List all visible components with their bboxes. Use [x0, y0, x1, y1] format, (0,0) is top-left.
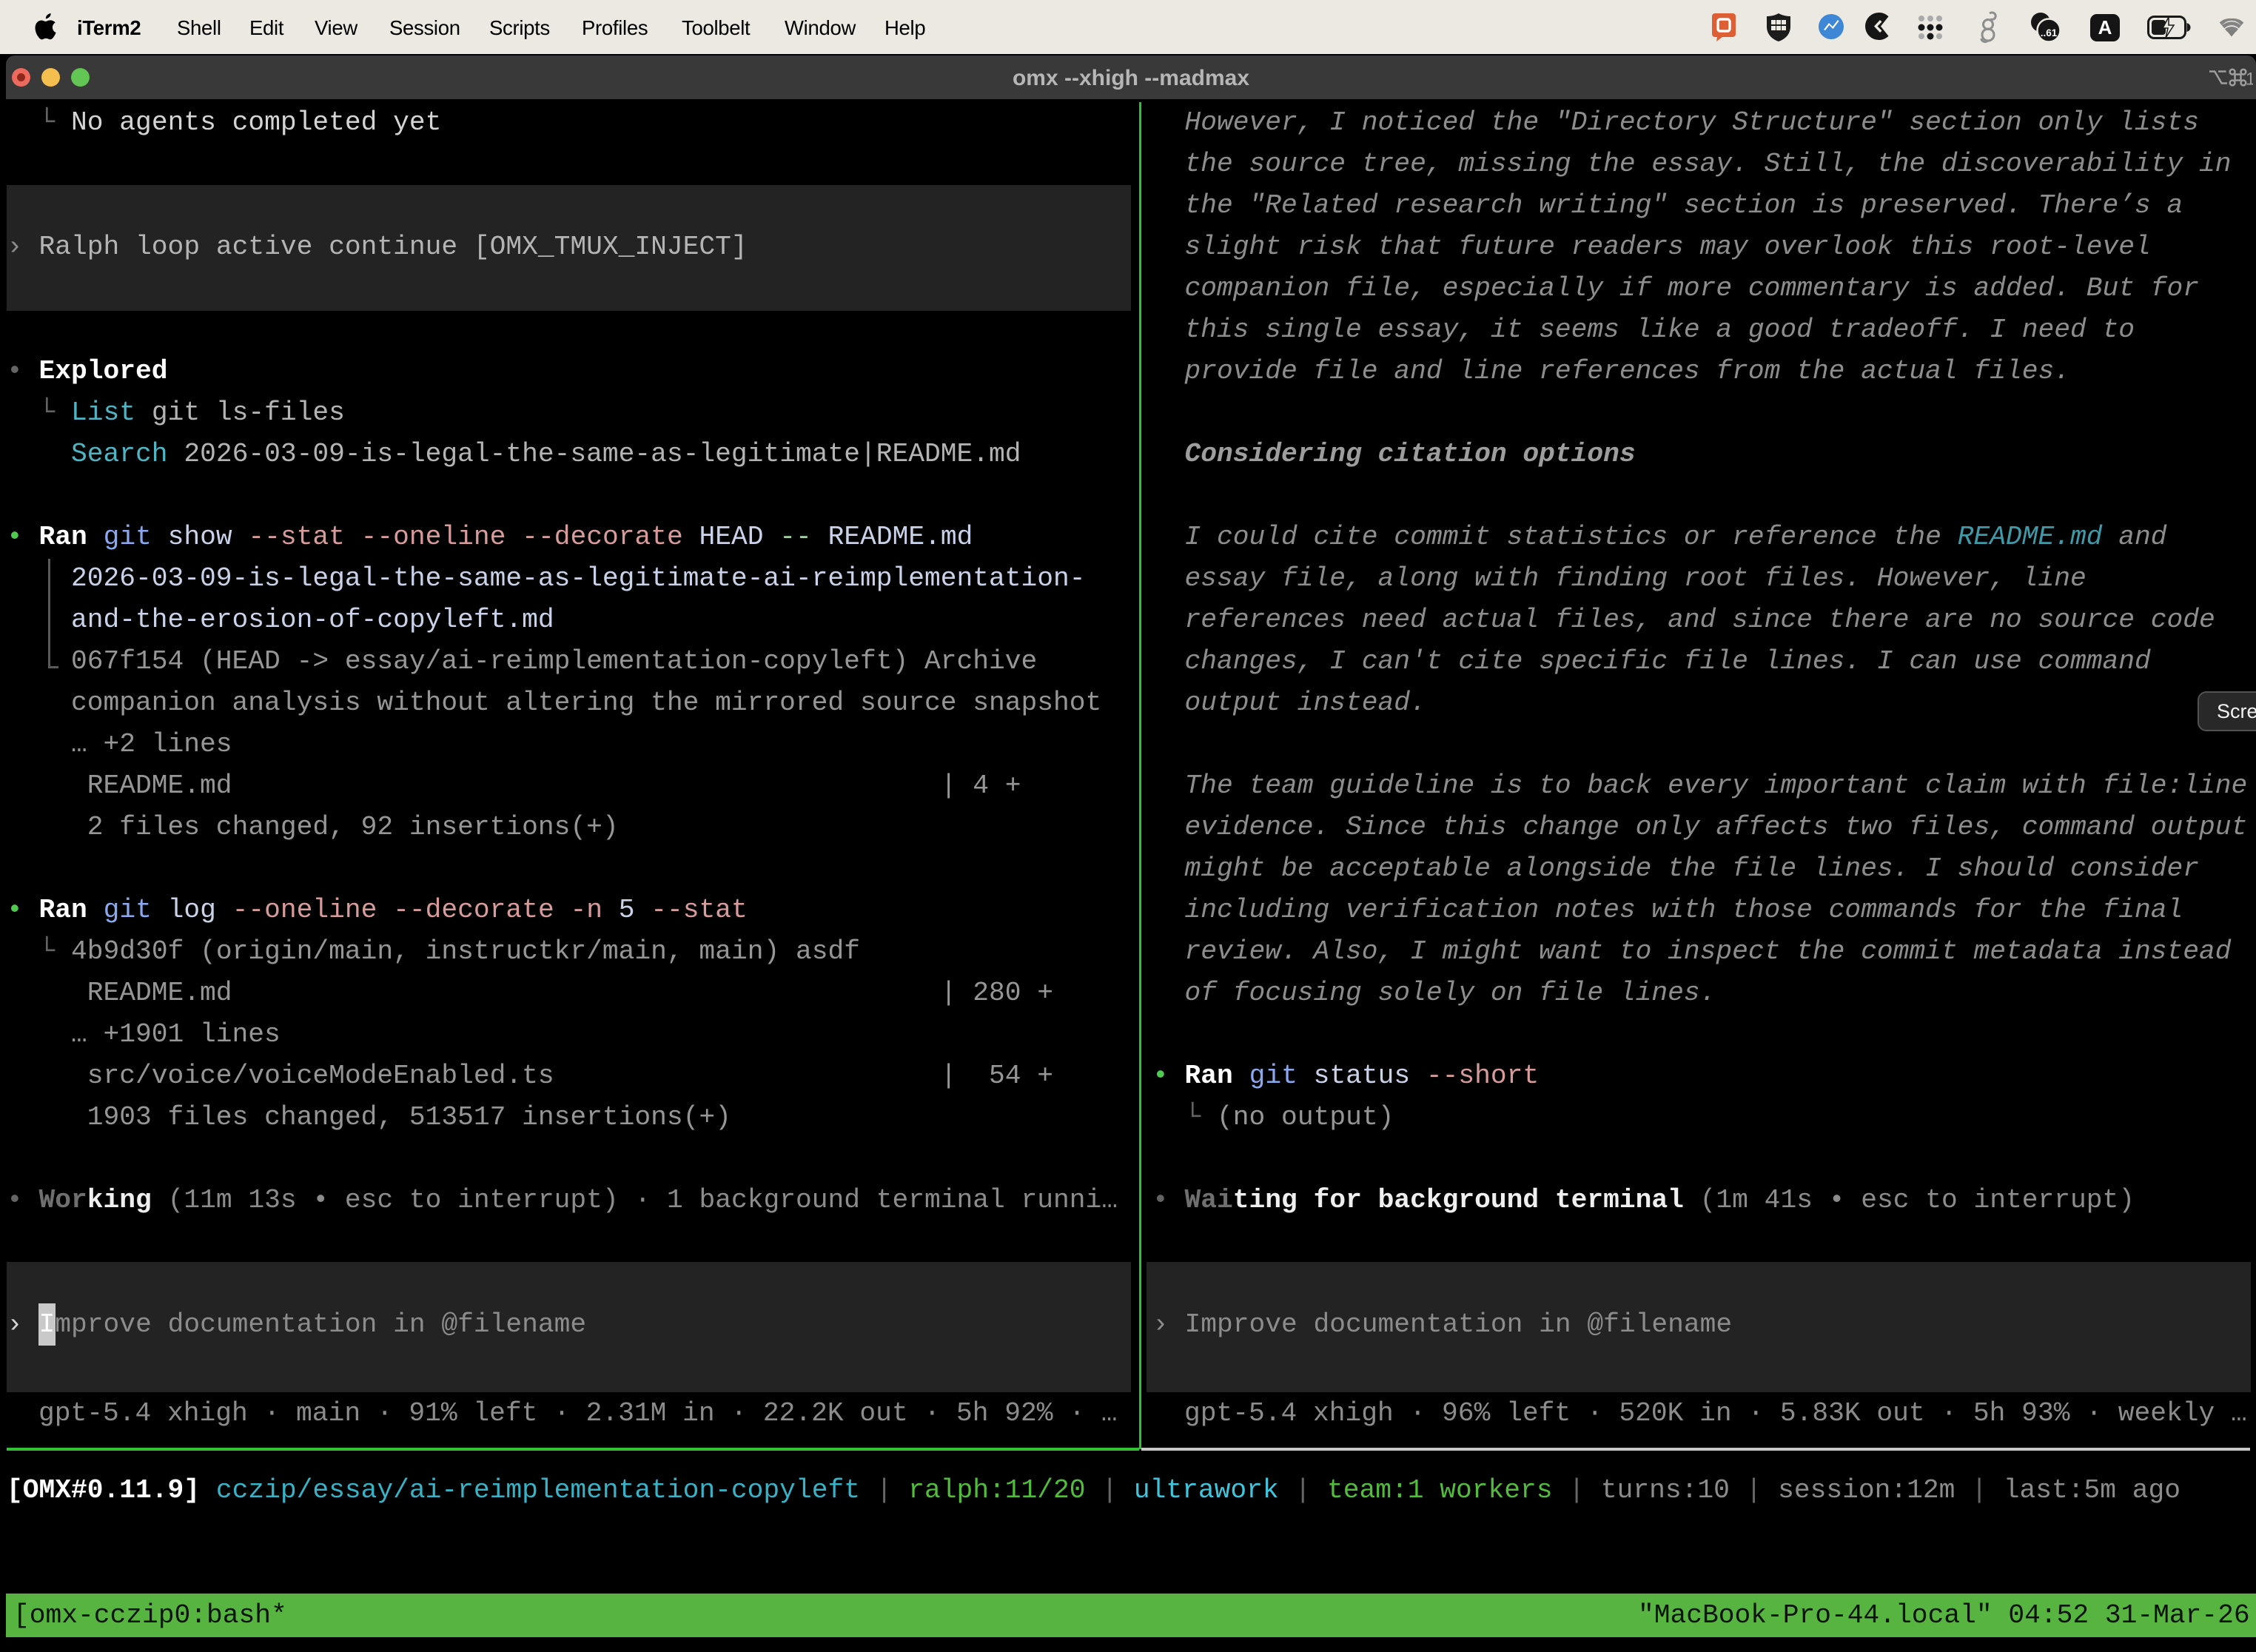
- svg-text:..61: ..61: [2041, 27, 2058, 38]
- svg-text:1: 1: [2246, 70, 2253, 90]
